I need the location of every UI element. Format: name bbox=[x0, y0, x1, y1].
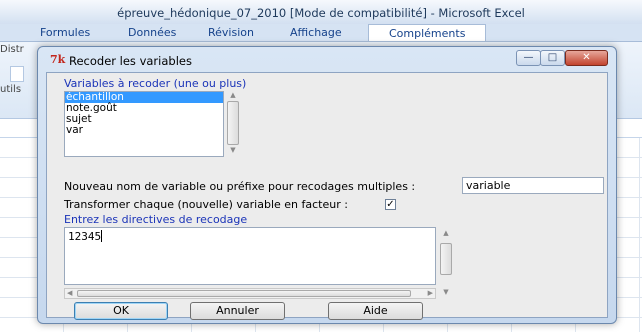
scroll-down-icon[interactable]: ▼ bbox=[225, 146, 241, 155]
scroll-up-icon[interactable]: ▲ bbox=[438, 229, 454, 238]
tab-complements[interactable]: Compléments bbox=[368, 24, 487, 41]
factor-checkbox[interactable]: ✓ bbox=[385, 199, 396, 210]
scroll-up-icon[interactable]: ▲ bbox=[225, 91, 241, 100]
ribbon-tab-bar: Formules Données Révision Affichage Comp… bbox=[0, 24, 642, 42]
tab-donnees[interactable]: Données bbox=[128, 26, 176, 39]
new-name-input[interactable]: variable bbox=[462, 177, 604, 194]
scroll-thumb[interactable] bbox=[77, 290, 411, 297]
ribbon-fragment-distr: Distr bbox=[0, 44, 24, 55]
ok-button[interactable]: OK bbox=[74, 302, 168, 320]
scroll-right-icon[interactable]: ▶ bbox=[428, 289, 433, 298]
new-name-label: Nouveau nom de variable ou préfixe pour … bbox=[64, 180, 416, 193]
scroll-thumb[interactable] bbox=[227, 101, 239, 145]
checkmark-icon: ✓ bbox=[386, 199, 395, 210]
list-item[interactable]: sujet bbox=[65, 114, 223, 125]
dialog-title: Recoder les variables bbox=[69, 54, 192, 68]
cancel-button[interactable]: Annuler bbox=[190, 302, 285, 320]
directives-label: Entrez les directives de recodage bbox=[64, 213, 248, 226]
factor-label: Transformer chaque (nouvelle) variable e… bbox=[64, 198, 348, 211]
ribbon-control[interactable] bbox=[10, 66, 24, 82]
variables-listbox[interactable]: échantillon note.goût sujet var bbox=[64, 91, 224, 157]
minimize-button[interactable]: — bbox=[516, 50, 541, 66]
close-icon: ✕ bbox=[582, 52, 591, 63]
variables-label: Variables à recoder (une ou plus) bbox=[64, 77, 247, 90]
tab-affichage[interactable]: Affichage bbox=[290, 26, 342, 39]
dialog-body: Variables à recoder (une ou plus) échant… bbox=[46, 72, 608, 320]
dialog-title-bar[interactable]: 7k Recoder les variables — □ ✕ bbox=[38, 47, 616, 73]
list-item[interactable]: var bbox=[65, 125, 223, 136]
tk-feather-icon: 7k bbox=[50, 53, 66, 66]
excel-title-bar: épreuve_hédonique_07_2010 [Mode de compa… bbox=[0, 0, 642, 24]
scroll-left-icon[interactable]: ◀ bbox=[67, 289, 72, 298]
tab-formules[interactable]: Formules bbox=[40, 26, 90, 39]
maximize-icon: □ bbox=[547, 52, 558, 63]
scroll-down-icon[interactable]: ▼ bbox=[438, 288, 454, 297]
text-caret bbox=[101, 230, 103, 242]
directives-vscrollbar[interactable]: ▲ ▼ bbox=[438, 227, 454, 299]
maximize-button[interactable]: □ bbox=[540, 50, 565, 66]
directives-textarea[interactable]: 12345 bbox=[64, 227, 436, 285]
directives-text: 12345 bbox=[68, 230, 102, 243]
ribbon-fragment-utils: utils bbox=[0, 84, 22, 95]
minimize-icon: — bbox=[523, 52, 534, 63]
directives-hscrollbar[interactable]: ◀ ▶ bbox=[64, 288, 436, 299]
close-button[interactable]: ✕ bbox=[565, 50, 608, 66]
scroll-thumb[interactable] bbox=[440, 243, 452, 275]
recode-dialog: 7k Recoder les variables — □ ✕ Variables… bbox=[37, 46, 617, 324]
variables-scrollbar[interactable]: ▲ ▼ bbox=[225, 91, 241, 155]
tab-revision[interactable]: Révision bbox=[208, 26, 254, 39]
help-button[interactable]: Aide bbox=[328, 302, 423, 320]
excel-window-title: épreuve_hédonique_07_2010 [Mode de compa… bbox=[117, 6, 525, 20]
